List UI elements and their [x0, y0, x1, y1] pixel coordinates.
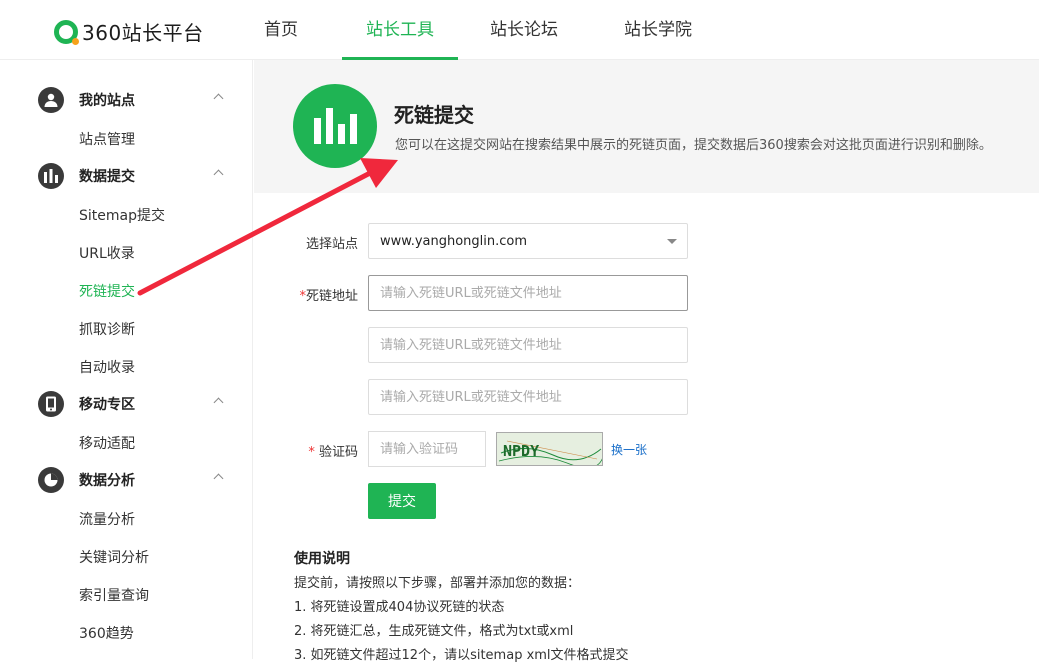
top-navigation-bar: 360站长平台 首页 站长工具 站长论坛 站长学院: [0, 0, 1039, 60]
site-select-label: 选择站点: [305, 237, 358, 252]
captcha-input[interactable]: [368, 431, 486, 467]
usage-title: 使用说明: [294, 551, 350, 567]
sidebar-group-label: 数据提交: [79, 169, 135, 185]
sidebar-group-label: 我的站点: [79, 93, 135, 109]
deadlink-url-input-3[interactable]: [368, 379, 688, 415]
main-nav: 首页 站长工具 站长论坛 站长学院: [240, 0, 708, 60]
logo-icon: [54, 19, 79, 45]
chevron-up-icon: [213, 169, 224, 180]
sidebar-group-label: 数据分析: [79, 473, 135, 489]
sidebar-item-keyword-analysis[interactable]: 关键词分析: [79, 547, 149, 567]
sidebar-item-mobile-adapt[interactable]: 移动适配: [79, 433, 135, 453]
required-mark: *: [308, 445, 315, 460]
caret-down-icon: [667, 239, 677, 244]
sidebar-item-traffic-analysis[interactable]: 流量分析: [79, 509, 135, 529]
user-icon: [38, 87, 64, 113]
refresh-captcha-link[interactable]: 换一张: [611, 441, 647, 458]
sidebar-item-auto-index[interactable]: 自动收录: [79, 357, 135, 377]
sidebar-group-data-submit[interactable]: 数据提交: [38, 162, 228, 190]
chevron-up-icon: [213, 473, 224, 484]
logo-text: 360站长平台: [82, 21, 204, 45]
sidebar-group-mobile[interactable]: 移动专区: [38, 390, 228, 418]
bar-chart-icon: [38, 163, 64, 189]
usage-line: 1. 将死链设置成404协议死链的状态: [294, 600, 505, 615]
captcha-image[interactable]: NPDY: [496, 432, 603, 466]
page-title: 死链提交: [394, 103, 474, 127]
page-description: 您可以在这提交网站在搜索结果中展示的死链页面，提交数据后360搜索会对这批页面进…: [395, 138, 992, 153]
sidebar-item-sitemap[interactable]: Sitemap提交: [79, 205, 165, 225]
sidebar-item-url-index[interactable]: URL收录: [79, 243, 135, 263]
nav-item-academy[interactable]: 站长学院: [608, 0, 708, 60]
mobile-icon: [38, 391, 64, 417]
deadlink-url-input-1[interactable]: [368, 275, 688, 311]
sidebar: 我的站点 站点管理 数据提交 Sitemap提交 URL收录 死链提交 抓取诊断…: [0, 60, 253, 659]
usage-line: 2. 将死链汇总，生成死链文件，格式为txt或xml: [294, 624, 574, 639]
pie-chart-icon: [38, 467, 64, 493]
chevron-up-icon: [213, 397, 224, 408]
deadlink-url-label-text: 死链地址: [305, 289, 358, 304]
nav-item-webmaster-tools[interactable]: 站长工具: [342, 0, 458, 60]
sidebar-item-deadlink-submit[interactable]: 死链提交: [79, 281, 135, 301]
nav-item-home[interactable]: 首页: [240, 0, 322, 60]
site-select-value: www.yanghonglin.com: [380, 234, 528, 249]
sidebar-item-site-management[interactable]: 站点管理: [79, 129, 135, 149]
usage-line: 提交前，请按照以下步骤，部署并添加您的数据：: [294, 576, 581, 591]
chevron-up-icon: [213, 93, 224, 104]
deadlink-url-label: *死链地址: [278, 285, 358, 304]
site-select[interactable]: www.yanghonglin.com: [368, 223, 688, 259]
sidebar-group-my-sites[interactable]: 我的站点: [38, 86, 228, 114]
captcha-label: * 验证码: [278, 441, 358, 460]
nav-item-forum[interactable]: 站长论坛: [474, 0, 574, 60]
captcha-text: NPDY: [503, 442, 539, 460]
page-header-panel: 死链提交 您可以在这提交网站在搜索结果中展示的死链页面，提交数据后360搜索会对…: [254, 60, 1039, 193]
captcha-label-text: 验证码: [318, 445, 358, 460]
submit-button[interactable]: 提交: [368, 483, 436, 519]
sidebar-item-360-trends[interactable]: 360趋势: [79, 623, 134, 643]
sidebar-group-label: 移动专区: [79, 397, 135, 413]
usage-line: 3. 如死链文件超过12个，请以sitemap xml文件格式提交: [294, 648, 629, 663]
sidebar-item-index-query[interactable]: 索引量查询: [79, 585, 149, 605]
brand-logo[interactable]: 360站长平台: [54, 17, 204, 46]
deadlink-url-input-2[interactable]: [368, 327, 688, 363]
bar-chart-icon: [293, 84, 377, 168]
sidebar-group-analytics[interactable]: 数据分析: [38, 466, 228, 494]
sidebar-item-crawl-diagnosis[interactable]: 抓取诊断: [79, 319, 135, 339]
